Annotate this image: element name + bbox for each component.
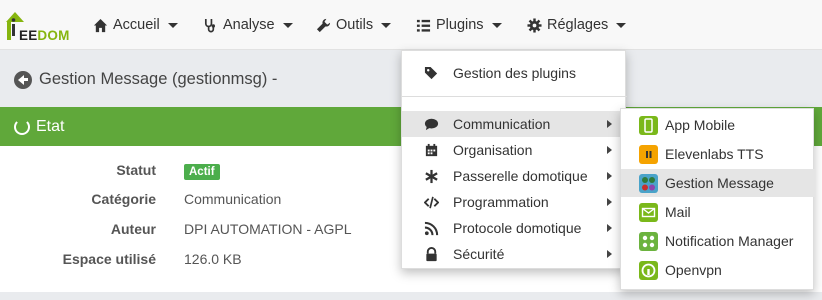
info-value: 126.0 KB bbox=[184, 251, 242, 267]
menu-item-passerelle[interactable]: Passerelle domotique bbox=[402, 163, 627, 189]
menu-item-label: Passerelle domotique bbox=[453, 168, 588, 184]
submenu-item-label: Openvpn bbox=[665, 262, 722, 278]
info-label: Espace utilisé bbox=[62, 251, 156, 267]
lock-icon bbox=[426, 246, 437, 261]
refresh-icon bbox=[14, 118, 30, 135]
chevron-right-icon bbox=[607, 224, 612, 232]
nav-plugins-label: Plugins bbox=[436, 17, 484, 33]
info-label: Auteur bbox=[110, 221, 156, 237]
nav-outils[interactable]: Outils bbox=[316, 15, 392, 35]
nav-accueil[interactable]: Accueil bbox=[93, 15, 178, 35]
mail-icon bbox=[639, 202, 658, 222]
status-badge: Actif bbox=[184, 162, 220, 180]
nav-reglages[interactable]: Réglages bbox=[527, 15, 627, 35]
submenu-item-elevenlabs[interactable]: Elevenlabs TTS bbox=[621, 140, 815, 168]
comment-icon bbox=[424, 118, 439, 130]
submenu-item-gestion-message[interactable]: Gestion Message bbox=[621, 169, 815, 197]
chevron-right-icon bbox=[607, 120, 612, 128]
info-label: Catégorie bbox=[91, 191, 156, 207]
info-label: Statut bbox=[116, 162, 156, 178]
menu-item-communication[interactable]: Communication bbox=[402, 111, 627, 137]
menu-item-label: Organisation bbox=[453, 142, 533, 158]
nav-plugins[interactable]: Plugins bbox=[416, 15, 502, 35]
nav-analyse-label: Analyse bbox=[223, 17, 275, 33]
menu-divider bbox=[402, 96, 627, 97]
menu-item-organisation[interactable]: Organisation bbox=[402, 137, 627, 163]
menu-item-protocole[interactable]: Protocole domotique bbox=[402, 215, 627, 241]
openvpn-icon bbox=[639, 260, 658, 280]
menu-item-securite[interactable]: Sécurité bbox=[402, 241, 627, 267]
info-row-statut: Statut Actif bbox=[0, 162, 420, 182]
menu-item-gestion-plugins[interactable]: Gestion des plugins bbox=[402, 56, 627, 90]
menu-item-label: Programmation bbox=[453, 194, 549, 210]
submenu-item-label: App Mobile bbox=[665, 117, 736, 133]
chevron-right-icon bbox=[607, 172, 612, 180]
info-value: Communication bbox=[184, 191, 282, 207]
submenu-item-label: Mail bbox=[665, 204, 691, 220]
calendar-icon bbox=[425, 143, 438, 156]
info-value: DPI AUTOMATION - AGPL bbox=[184, 221, 352, 237]
notification-manager-icon bbox=[639, 231, 658, 251]
navbar: EEDOM Accueil Analyse Outils Plugins Rég… bbox=[0, 0, 822, 50]
list-icon bbox=[416, 19, 431, 32]
gear-icon bbox=[527, 17, 542, 33]
info-row-categorie: Catégorie Communication bbox=[0, 191, 420, 211]
chevron-right-icon bbox=[607, 250, 612, 258]
wrench-icon bbox=[316, 18, 331, 32]
submenu-item-mail[interactable]: Mail bbox=[621, 198, 815, 226]
submenu-item-label: Gestion Message bbox=[665, 175, 774, 191]
communication-submenu: App Mobile Elevenlabs TTS Gestion Messag… bbox=[620, 108, 815, 290]
submenu-item-app-mobile[interactable]: App Mobile bbox=[621, 111, 815, 139]
submenu-item-label: Notification Manager bbox=[665, 233, 794, 249]
submenu-item-openvpn[interactable]: Openvpn bbox=[621, 256, 815, 284]
plugins-dropdown: Gestion des plugins Communication Organi… bbox=[401, 50, 627, 269]
menu-item-label: Gestion des plugins bbox=[453, 65, 576, 81]
stethoscope-icon bbox=[204, 18, 215, 32]
submenu-item-label: Elevenlabs TTS bbox=[665, 146, 764, 162]
page-title: Gestion Message (gestionmsg) - bbox=[14, 70, 277, 89]
panel-heading-text: Etat bbox=[36, 117, 65, 135]
tags-icon bbox=[424, 66, 438, 79]
menu-item-label: Sécurité bbox=[453, 246, 505, 262]
chevron-right-icon bbox=[607, 198, 612, 206]
nav-outils-label: Outils bbox=[336, 17, 374, 33]
menu-item-label: Protocole domotique bbox=[453, 220, 582, 236]
nav-analyse[interactable]: Analyse bbox=[203, 15, 293, 35]
gestion-message-icon bbox=[639, 173, 658, 193]
code-icon bbox=[424, 196, 439, 208]
back-arrow-icon[interactable] bbox=[14, 70, 32, 89]
asterisk-icon bbox=[425, 169, 438, 183]
chevron-right-icon bbox=[607, 146, 612, 154]
nav-accueil-label: Accueil bbox=[113, 17, 160, 33]
menu-item-label: Communication bbox=[453, 116, 551, 132]
page-title-text: Gestion Message (gestionmsg) - bbox=[39, 70, 278, 88]
submenu-item-notification-manager[interactable]: Notification Manager bbox=[621, 227, 815, 255]
info-row-auteur: Auteur DPI AUTOMATION - AGPL bbox=[0, 221, 420, 241]
menu-item-programmation[interactable]: Programmation bbox=[402, 189, 627, 215]
home-icon bbox=[93, 18, 108, 32]
info-row-espace: Espace utilisé 126.0 KB bbox=[0, 251, 420, 271]
app-mobile-icon bbox=[639, 115, 658, 135]
rss-icon bbox=[424, 221, 439, 235]
jeedom-logo[interactable]: EEDOM bbox=[4, 6, 78, 46]
elevenlabs-icon bbox=[639, 144, 658, 164]
nav-reglages-label: Réglages bbox=[547, 17, 609, 33]
